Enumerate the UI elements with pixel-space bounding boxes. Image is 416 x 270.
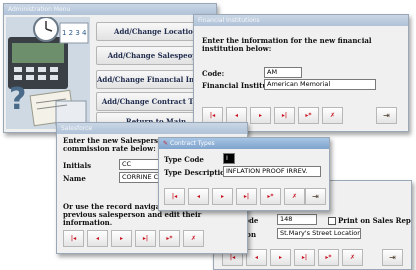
window-title: Contract Types — [170, 140, 215, 147]
type-code-field[interactable]: I — [223, 153, 235, 164]
initials-label: Initials — [63, 161, 92, 170]
lid-code-field[interactable]: 148 — [277, 214, 317, 225]
new-record-button[interactable]: ▸* — [318, 249, 339, 266]
next-record-icon: ▸ — [220, 193, 224, 200]
delete-record-icon: ✗ — [190, 235, 197, 242]
financial-institutions-window: Financial Institutions Enter the informa… — [193, 14, 409, 132]
last-record-icon: ▸| — [243, 193, 250, 200]
financial-institutions-titlebar: Financial Institutions — [194, 15, 408, 26]
exit-button[interactable]: ⇥ — [382, 249, 403, 266]
administration-menu-window: Administration Menu 1 2 3 4 ? Add/Change… — [3, 3, 217, 133]
previous-record-icon: ◂ — [196, 193, 200, 200]
delete-record-icon: ✗ — [349, 254, 356, 261]
administration-menu-titlebar: Administration Menu — [4, 4, 216, 15]
delete-record-icon: ✗ — [329, 112, 336, 119]
contract-types-window: ✎ Contract Types Type Code I Type Descrip… — [158, 137, 330, 211]
contract-types-titlebar: ✎ Contract Types — [159, 138, 329, 149]
new-record-button[interactable]: ▸* — [298, 107, 319, 124]
first-record-button[interactable]: |◂ — [63, 230, 84, 247]
print-on-sales-report-checkbox[interactable]: Print on Sales Report — [328, 216, 411, 225]
code-label: Code: — [202, 69, 225, 78]
code-field[interactable]: AM — [264, 67, 302, 78]
delete-record-button[interactable]: ✗ — [342, 249, 363, 266]
exit-icon: ⇥ — [383, 111, 390, 120]
form-icon: ✎ — [163, 140, 169, 147]
financial-instruction: Enter the information for the new financ… — [202, 36, 372, 53]
last-record-button[interactable]: ▸| — [274, 107, 295, 124]
exit-button[interactable]: ⇥ — [305, 188, 326, 205]
contract-record-navigation: |◂ ◂ ▸ ▸| ▸* ✗ — [164, 188, 308, 205]
previous-record-button[interactable]: ◂ — [246, 249, 267, 266]
delete-record-button[interactable]: ✗ — [284, 188, 305, 205]
first-record-icon: |◂ — [171, 193, 178, 200]
last-record-button[interactable]: ▸| — [236, 188, 257, 205]
new-record-icon: ▸* — [267, 193, 274, 200]
print-on-sales-report-label: Print on Sales Report — [338, 216, 411, 225]
window-title: Financial Institutions — [198, 17, 260, 24]
last-record-icon: ▸| — [281, 112, 288, 119]
office-illustration: 1 2 3 4 ? — [6, 16, 90, 129]
window-title: Administration Menu — [8, 6, 71, 13]
location-field[interactable]: St.Mary's Street Location — [277, 228, 361, 239]
delete-record-button[interactable]: ✗ — [183, 230, 204, 247]
new-record-button[interactable]: ▸* — [159, 230, 180, 247]
new-record-icon: ▸* — [166, 235, 173, 242]
last-record-button[interactable]: ▸| — [294, 249, 315, 266]
previous-record-icon: ◂ — [234, 112, 238, 119]
last-record-button[interactable]: ▸| — [135, 230, 156, 247]
first-record-button[interactable]: |◂ — [164, 188, 185, 205]
first-record-icon: |◂ — [229, 254, 236, 261]
next-record-button[interactable]: ▸ — [212, 188, 233, 205]
next-record-button[interactable]: ▸ — [111, 230, 132, 247]
exit-icon: ⇥ — [312, 192, 319, 201]
first-record-icon: |◂ — [209, 112, 216, 119]
salesforce-titlebar: Salesforce — [57, 123, 247, 134]
delete-record-button[interactable]: ✗ — [322, 107, 343, 124]
last-record-icon: ▸| — [142, 235, 149, 242]
next-record-button[interactable]: ▸ — [270, 249, 291, 266]
type-code-label: Type Code — [164, 155, 204, 164]
type-description-field[interactable]: INFLATION PROOF IRREV. — [223, 166, 321, 177]
svg-text:1 2 3 4: 1 2 3 4 — [62, 29, 87, 37]
previous-record-button[interactable]: ◂ — [188, 188, 209, 205]
svg-text:?: ? — [9, 82, 26, 117]
new-record-icon: ▸* — [305, 112, 312, 119]
previous-record-button[interactable]: ◂ — [87, 230, 108, 247]
new-record-button[interactable]: ▸* — [260, 188, 281, 205]
checkbox-box[interactable] — [328, 217, 336, 225]
previous-record-icon: ◂ — [254, 254, 258, 261]
last-record-icon: ▸| — [301, 254, 308, 261]
exit-icon: ⇥ — [389, 253, 396, 262]
next-record-icon: ▸ — [258, 112, 262, 119]
next-record-icon: ▸ — [278, 254, 282, 261]
next-record-button[interactable]: ▸ — [250, 107, 271, 124]
exit-button[interactable]: ⇥ — [376, 107, 397, 124]
financial-institution-field[interactable]: American Memorial — [264, 79, 376, 90]
next-record-icon: ▸ — [119, 235, 123, 242]
previous-record-icon: ◂ — [95, 235, 99, 242]
delete-record-icon: ✗ — [291, 193, 298, 200]
first-record-icon: |◂ — [70, 235, 77, 242]
salesforce-record-navigation: |◂ ◂ ▸ ▸| ▸* ✗ — [63, 230, 207, 247]
initials-field[interactable]: CC — [119, 159, 163, 170]
type-description-label: Type Description — [164, 168, 230, 177]
window-title: Salesforce — [61, 125, 93, 132]
name-label: Name — [63, 174, 86, 183]
new-record-icon: ▸* — [325, 254, 332, 261]
